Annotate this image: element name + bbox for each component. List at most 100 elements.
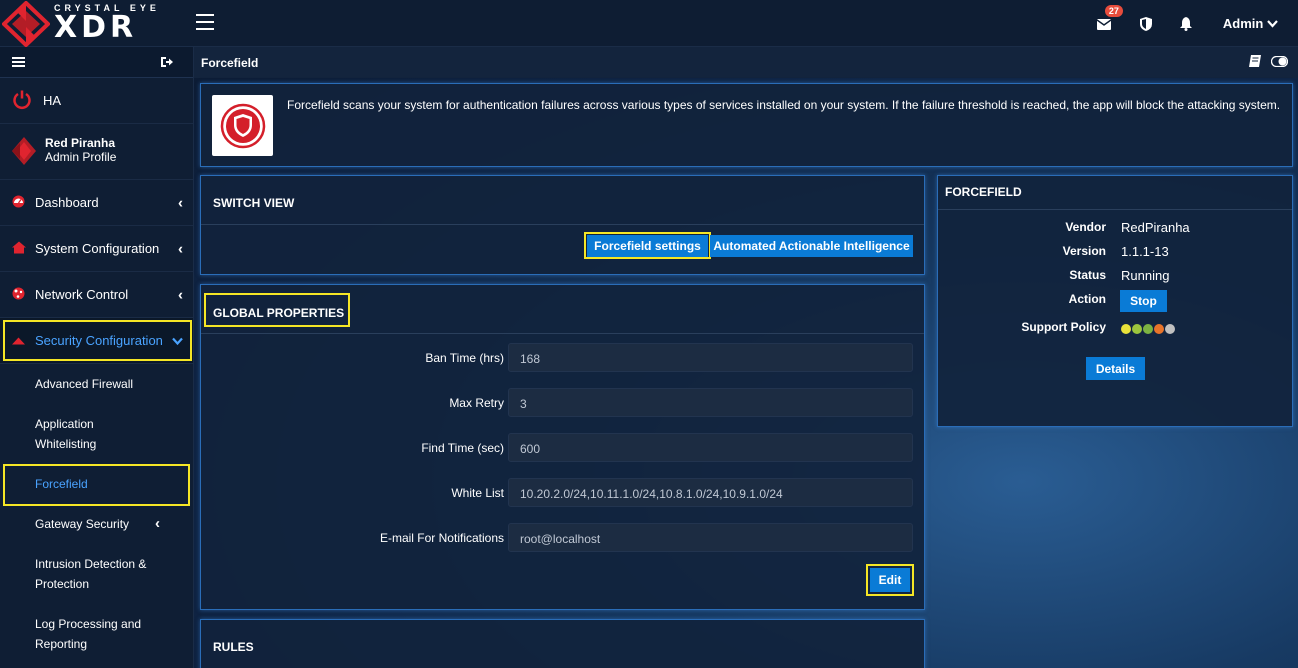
edit-button[interactable]: Edit bbox=[870, 568, 910, 592]
main-menu-toggle-icon[interactable] bbox=[196, 14, 214, 30]
vendor-label: Vendor bbox=[1065, 220, 1106, 234]
sidebar-subitem-label: Intrusion Detection & Protection bbox=[35, 557, 147, 591]
sidebar: HA Red Piranha Admin Profile Dashboard ‹… bbox=[0, 47, 194, 668]
chevron-left-icon: ‹ bbox=[178, 240, 183, 257]
form-row-max-retry: Max Retry 3 bbox=[201, 388, 924, 418]
field-label: Max Retry bbox=[449, 396, 504, 410]
sidebar-collapse-icon[interactable] bbox=[12, 57, 25, 69]
sidebar-subitem-advanced-firewall[interactable]: Advanced Firewall bbox=[0, 364, 193, 404]
form-row-find-time: Find Time (sec) 600 bbox=[201, 433, 924, 463]
status-value: Running bbox=[1121, 268, 1170, 283]
version-value: 1.1.1-13 bbox=[1121, 244, 1169, 259]
support-dot bbox=[1132, 324, 1142, 334]
support-policy-dots bbox=[1121, 322, 1176, 337]
stop-button[interactable]: Stop bbox=[1120, 290, 1167, 312]
admin-user-menu[interactable]: Admin bbox=[1223, 16, 1278, 31]
sidebar-subitem-label: Gateway Security bbox=[35, 517, 130, 531]
sidebar-item-security-configuration[interactable]: Security Configuration bbox=[0, 318, 193, 364]
book-icon[interactable] bbox=[1249, 55, 1261, 70]
switch-view-panel: SWITCH VIEW Forcefield settings Automate… bbox=[200, 175, 925, 275]
action-row: Action bbox=[938, 292, 1292, 312]
divider bbox=[201, 333, 924, 334]
rules-panel: RULES bbox=[200, 619, 925, 668]
forcefield-app-icon bbox=[212, 95, 273, 156]
automated-actionable-intelligence-button[interactable]: Automated Actionable Intelligence bbox=[710, 235, 913, 257]
action-label: Action bbox=[1068, 292, 1106, 306]
sidebar-item-label: Network Control bbox=[35, 287, 129, 302]
logout-icon[interactable] bbox=[161, 56, 173, 71]
chevron-left-icon: ‹ bbox=[178, 194, 183, 211]
sidebar-subitem-forcefield[interactable]: Forcefield bbox=[0, 464, 193, 506]
divider bbox=[201, 224, 924, 225]
sidebar-item-ha[interactable]: HA bbox=[0, 78, 193, 124]
highlight-box bbox=[3, 464, 190, 506]
chevron-down-icon bbox=[1267, 20, 1278, 28]
network-icon bbox=[12, 287, 25, 303]
sidebar-subitem-log-processing[interactable]: Log Processing and Reporting bbox=[0, 604, 193, 664]
shield-icon[interactable] bbox=[1137, 14, 1157, 34]
top-bar: CRYSTAL EYE XDR 27 Admin bbox=[0, 0, 1298, 47]
bell-icon[interactable] bbox=[1177, 14, 1197, 34]
status-label: Status bbox=[1069, 268, 1106, 282]
details-button[interactable]: Details bbox=[1086, 357, 1145, 380]
support-dot bbox=[1143, 324, 1153, 334]
sidebar-item-system-configuration[interactable]: System Configuration ‹ bbox=[0, 226, 193, 272]
forcefield-info-banner: Forcefield scans your system for authent… bbox=[200, 83, 1293, 167]
global-properties-panel: GLOBAL PROPERTIES Ban Time (hrs) 168 Max… bbox=[200, 284, 925, 610]
page-header: Forcefield bbox=[194, 47, 1298, 78]
profile-role: Admin Profile bbox=[45, 150, 117, 164]
field-label: White List bbox=[451, 486, 504, 500]
max-retry-field[interactable]: 3 bbox=[508, 388, 913, 417]
forcefield-settings-button[interactable]: Forcefield settings bbox=[587, 235, 708, 257]
sidebar-item-network-control[interactable]: Network Control ‹ bbox=[0, 272, 193, 318]
toggle-icon[interactable] bbox=[1270, 55, 1289, 70]
global-properties-title: GLOBAL PROPERTIES bbox=[213, 306, 345, 320]
ban-time-field[interactable]: 168 bbox=[508, 343, 913, 372]
home-icon bbox=[12, 241, 26, 256]
sidebar-subitem-label: Application Whitelisting bbox=[35, 417, 97, 451]
admin-label: Admin bbox=[1222, 16, 1264, 31]
vendor-row: Vendor RedPiranha bbox=[938, 220, 1292, 240]
sidebar-subitem-intrusion-detection[interactable]: Intrusion Detection & Protection bbox=[0, 544, 193, 604]
power-icon bbox=[12, 89, 32, 112]
support-policy-label: Support Policy bbox=[1021, 320, 1106, 334]
crystal-eye-xdr-logo[interactable]: CRYSTAL EYE XDR bbox=[2, 0, 170, 47]
admin-profile[interactable]: Red Piranha Admin Profile bbox=[0, 124, 193, 180]
red-piranha-logo-icon bbox=[12, 137, 36, 168]
logo-icon bbox=[2, 1, 50, 47]
security-config-icon bbox=[12, 333, 25, 348]
email-notifications-field[interactable]: root@localhost bbox=[508, 523, 913, 552]
sidebar-subitem-gateway-security[interactable]: Gateway Security ‹ bbox=[0, 504, 193, 544]
support-dot bbox=[1154, 324, 1164, 334]
sidebar-toolbar bbox=[0, 47, 193, 78]
vendor-value: RedPiranha bbox=[1121, 220, 1190, 235]
chevron-down-icon bbox=[172, 332, 183, 349]
find-time-field[interactable]: 600 bbox=[508, 433, 913, 462]
chevron-left-icon: ‹ bbox=[155, 515, 160, 532]
forcefield-panel-title: FORCEFIELD bbox=[945, 185, 1022, 199]
rules-title: RULES bbox=[213, 640, 254, 654]
chevron-left-icon: ‹ bbox=[178, 286, 183, 303]
mail-icon[interactable]: 27 bbox=[1096, 4, 1123, 34]
form-row-white-list: White List 10.20.2.0/24,10.11.1.0/24,10.… bbox=[201, 478, 924, 508]
switch-view-title: SWITCH VIEW bbox=[213, 196, 295, 210]
sidebar-subitem-application-whitelisting[interactable]: Application Whitelisting bbox=[0, 404, 193, 464]
support-dot bbox=[1121, 324, 1131, 334]
mail-count-badge: 27 bbox=[1104, 4, 1123, 17]
support-policy-row: Support Policy bbox=[938, 320, 1292, 340]
forcefield-status-panel: FORCEFIELD Vendor RedPiranha Version 1.1… bbox=[937, 175, 1293, 427]
logo-main-text: XDR bbox=[54, 10, 138, 45]
white-list-field[interactable]: 10.20.2.0/24,10.11.1.0/24,10.8.1.0/24,10… bbox=[508, 478, 913, 507]
field-label: E-mail For Notifications bbox=[379, 531, 504, 545]
sidebar-item-dashboard[interactable]: Dashboard ‹ bbox=[0, 180, 193, 226]
sidebar-item-label: System Configuration bbox=[35, 241, 160, 256]
profile-name: Red Piranha bbox=[45, 136, 116, 150]
sidebar-item-label: Security Configuration bbox=[35, 333, 163, 348]
field-label: Find Time (sec) bbox=[421, 441, 504, 455]
status-row: Status Running bbox=[938, 268, 1292, 288]
page-title: Forcefield bbox=[201, 56, 259, 70]
version-row: Version 1.1.1-13 bbox=[938, 244, 1292, 264]
divider bbox=[938, 209, 1292, 210]
form-row-ban-time: Ban Time (hrs) 168 bbox=[201, 343, 924, 373]
sidebar-subitem-label: Forcefield bbox=[35, 477, 88, 491]
